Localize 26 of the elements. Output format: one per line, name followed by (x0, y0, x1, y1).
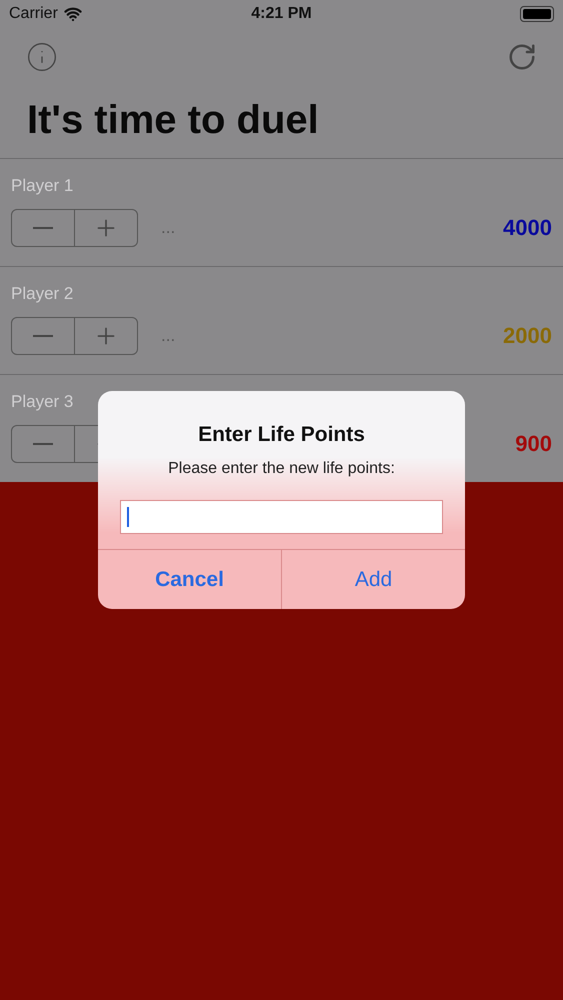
battery-icon (520, 6, 554, 22)
page-title: It's time to duel (26, 97, 320, 144)
player-name: Player 1 (11, 175, 74, 197)
player-name: Player 2 (11, 283, 74, 305)
stepper-control[interactable] (11, 316, 138, 354)
life-points: 900 (515, 430, 552, 458)
carrier-label: Carrier (9, 4, 58, 24)
dialog-button[interactable]: Cancel (98, 550, 281, 609)
info-button[interactable] (26, 41, 58, 73)
life-points: 2000 (503, 322, 552, 350)
text-cursor (127, 506, 129, 526)
minus-icon (33, 442, 53, 444)
life-points-input[interactable] (120, 500, 443, 534)
refresh-button[interactable] (507, 42, 537, 72)
player-name: Player 3 (11, 391, 74, 413)
more-label: ... (161, 324, 176, 347)
life-points: 4000 (503, 214, 552, 242)
wifi-icon (64, 5, 82, 23)
dialog-title: Enter Life Points (197, 422, 366, 448)
dialog-message: Please enter the new life points: (167, 458, 396, 478)
status-time: 4:21 PM (251, 4, 312, 24)
stepper-control[interactable] (11, 208, 138, 246)
dialog-button[interactable]: Add (281, 550, 465, 609)
minus-icon (33, 334, 53, 336)
minus-icon (33, 226, 53, 228)
more-label: ... (161, 216, 176, 239)
